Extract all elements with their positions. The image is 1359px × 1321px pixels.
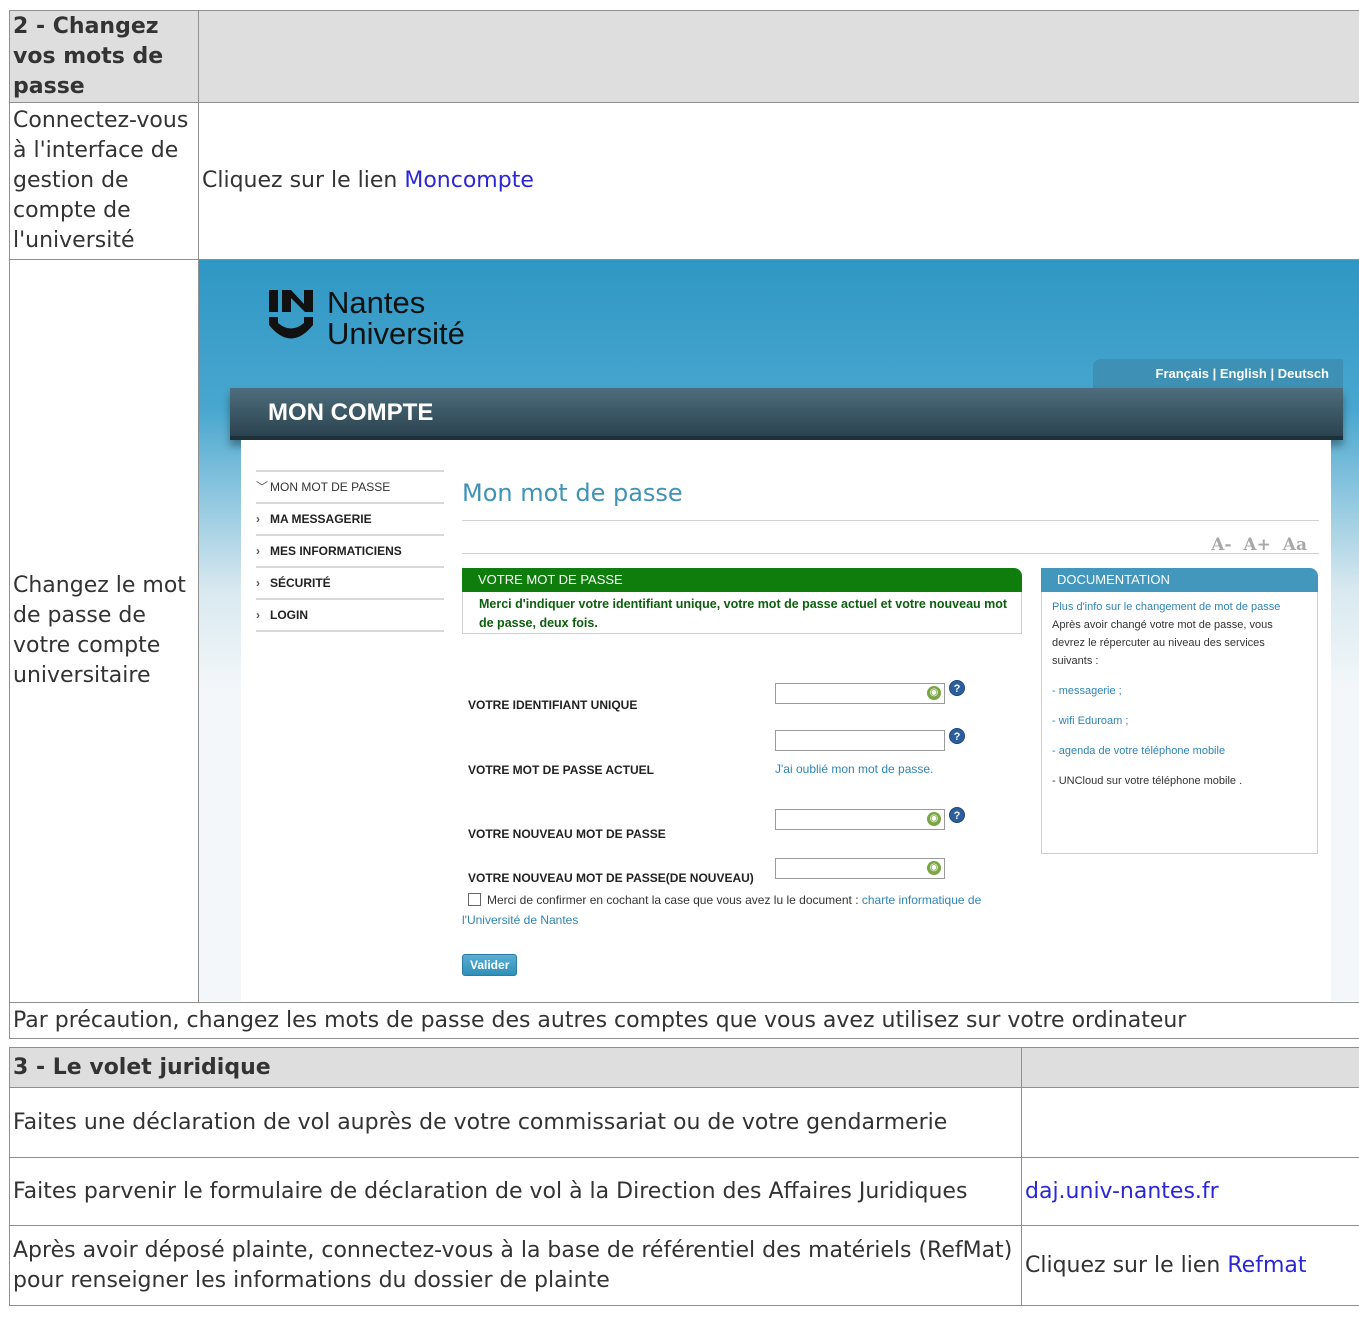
moncompte-link[interactable]: Moncompte [404, 168, 534, 193]
refmat-link[interactable]: Refmat [1227, 1253, 1306, 1278]
font-decrease-button[interactable]: A- [1211, 535, 1231, 555]
row3-prefix: Cliquez sur le lien [1025, 1252, 1228, 1278]
section2-table: 2 - Changez vos mots de passe Connectez-… [9, 10, 1359, 1039]
section2-title: 2 - Changez vos mots de passe [9, 10, 199, 103]
label-current-password: VOTRE MOT DE PASSE ACTUEL [468, 763, 655, 777]
doc-item-uncloud: - UNCloud sur votre téléphone mobile . [1052, 775, 1243, 787]
daj-link[interactable]: daj.univ-nantes.fr [1025, 1179, 1219, 1204]
row1-content: Cliquez sur le lien Moncompte [198, 102, 1359, 260]
valider-button[interactable]: Valider [462, 954, 518, 976]
lang-english[interactable]: English [1220, 366, 1267, 381]
nav-item-mon-mot-de-passe[interactable]: ﹀ MON MOT DE PASSE [256, 470, 444, 502]
current-password-input[interactable] [775, 730, 945, 751]
nav-item-mes-informaticiens[interactable]: › MES INFORMATICIENS [256, 534, 444, 566]
screenshot-cell: Nantes Université Français | English | D… [198, 259, 1359, 1003]
section3-row2-link-cell: daj.univ-nantes.fr [1021, 1157, 1359, 1226]
doc-item-eduroam[interactable]: - wifi Eduroam ; [1052, 712, 1307, 730]
section3-table: 3 - Le volet juridique Faites une déclar… [9, 1047, 1359, 1306]
nav-item-securite[interactable]: › SÉCURITÉ [256, 566, 444, 598]
doc-link[interactable]: Plus d'info sur le changement de mot de … [1052, 598, 1307, 616]
section3-row3-link-cell: Cliquez sur le lien Refmat [1021, 1225, 1359, 1306]
section3-row2-text: Faites parvenir le formulaire de déclara… [9, 1157, 1022, 1226]
eye-icon[interactable]: ◉ [927, 812, 941, 826]
label-identifiant: VOTRE IDENTIFIANT UNIQUE [468, 698, 638, 712]
doc-box: Plus d'info sur le changement de mot de … [1041, 592, 1318, 854]
section3-row1-empty [1021, 1087, 1359, 1158]
chevron-right-icon: › [256, 608, 260, 622]
divider [462, 553, 1319, 554]
section3-row3-text: Après avoir déposé plainte, connectez-vo… [9, 1225, 1022, 1306]
label-new-password-again: VOTRE NOUVEAU MOT DE PASSE(DE NOUVEAU) [468, 871, 754, 885]
font-reset-button[interactable]: Aa [1283, 535, 1307, 555]
section3-row1-text: Faites une déclaration de vol auprès de … [9, 1087, 1022, 1158]
chevron-right-icon: › [256, 544, 260, 558]
chevron-right-icon: › [256, 576, 260, 590]
help-icon[interactable]: ? [949, 728, 965, 744]
moncompte-screenshot: Nantes Université Français | English | D… [199, 260, 1359, 1001]
font-increase-button[interactable]: A+ [1243, 535, 1270, 555]
font-size-controls: A- A+ Aa [1205, 530, 1307, 560]
logo-mark-icon [269, 290, 313, 339]
mon-compte-banner: MON COMPTE [230, 388, 1343, 440]
help-icon[interactable]: ? [949, 680, 965, 696]
doc-box-title: DOCUMENTATION [1041, 568, 1318, 592]
chevron-down-icon: ﹀ [256, 480, 269, 494]
row2-label: Changez le mot de passe de votre compte … [9, 259, 199, 1003]
eye-icon[interactable]: ◉ [927, 861, 941, 875]
banner-title: MON COMPTE [268, 399, 434, 426]
logo-text: Nantes Université [327, 285, 465, 351]
chevron-right-icon: › [256, 512, 260, 526]
doc-item-agenda[interactable]: - agenda de votre téléphone mobile [1052, 742, 1307, 760]
precaution-text: Par précaution, changez les mots de pass… [9, 1002, 1359, 1039]
forgot-password-link[interactable]: J'ai oublié mon mot de passe. [775, 754, 933, 784]
page-title: Mon mot de passe [462, 479, 683, 507]
doc-item-messagerie[interactable]: - messagerie ; [1052, 682, 1307, 700]
section3-title-empty [1021, 1047, 1359, 1088]
confirm-checkbox[interactable] [468, 893, 481, 906]
help-icon[interactable]: ? [949, 807, 965, 823]
confirm-row: Merci de confirmer en cochant la case qu… [462, 890, 982, 930]
nav-item-ma-messagerie[interactable]: › MA MESSAGERIE [256, 502, 444, 534]
lang-francais[interactable]: Français [1156, 366, 1209, 381]
password-box-title: VOTRE MOT DE PASSE [462, 568, 1022, 592]
row1-text: Cliquez sur le lien [202, 168, 405, 193]
nav-item-login[interactable]: › LOGIN [256, 598, 444, 632]
doc-text: Après avoir changé votre mot de passe, v… [1052, 619, 1273, 667]
content-panel: ﹀ MON MOT DE PASSE › MA MESSAGERIE › MES IN… [241, 440, 1331, 1001]
new-password-input[interactable]: ◉ [775, 809, 945, 830]
label-new-password: VOTRE NOUVEAU MOT DE PASSE [468, 827, 666, 841]
row1-label: Connectez-vous à l'interface de gestion … [9, 102, 199, 260]
identifiant-input[interactable]: ◉ [775, 683, 945, 704]
password-box-text: Merci d'indiquer votre identifiant uniqu… [462, 592, 1022, 634]
side-nav: ﹀ MON MOT DE PASSE › MA MESSAGERIE › MES IN… [256, 470, 444, 632]
lang-deutsch[interactable]: Deutsch [1278, 366, 1329, 381]
language-switcher: Français | English | Deutsch [1093, 359, 1343, 389]
new-password-again-input[interactable]: ◉ [775, 858, 945, 879]
divider [462, 520, 1319, 521]
confirm-text: Merci de confirmer en cochant la case qu… [487, 893, 862, 907]
section3-title: 3 - Le volet juridique [9, 1047, 1022, 1088]
section2-title-empty [198, 10, 1359, 103]
eye-icon[interactable]: ◉ [927, 686, 941, 700]
